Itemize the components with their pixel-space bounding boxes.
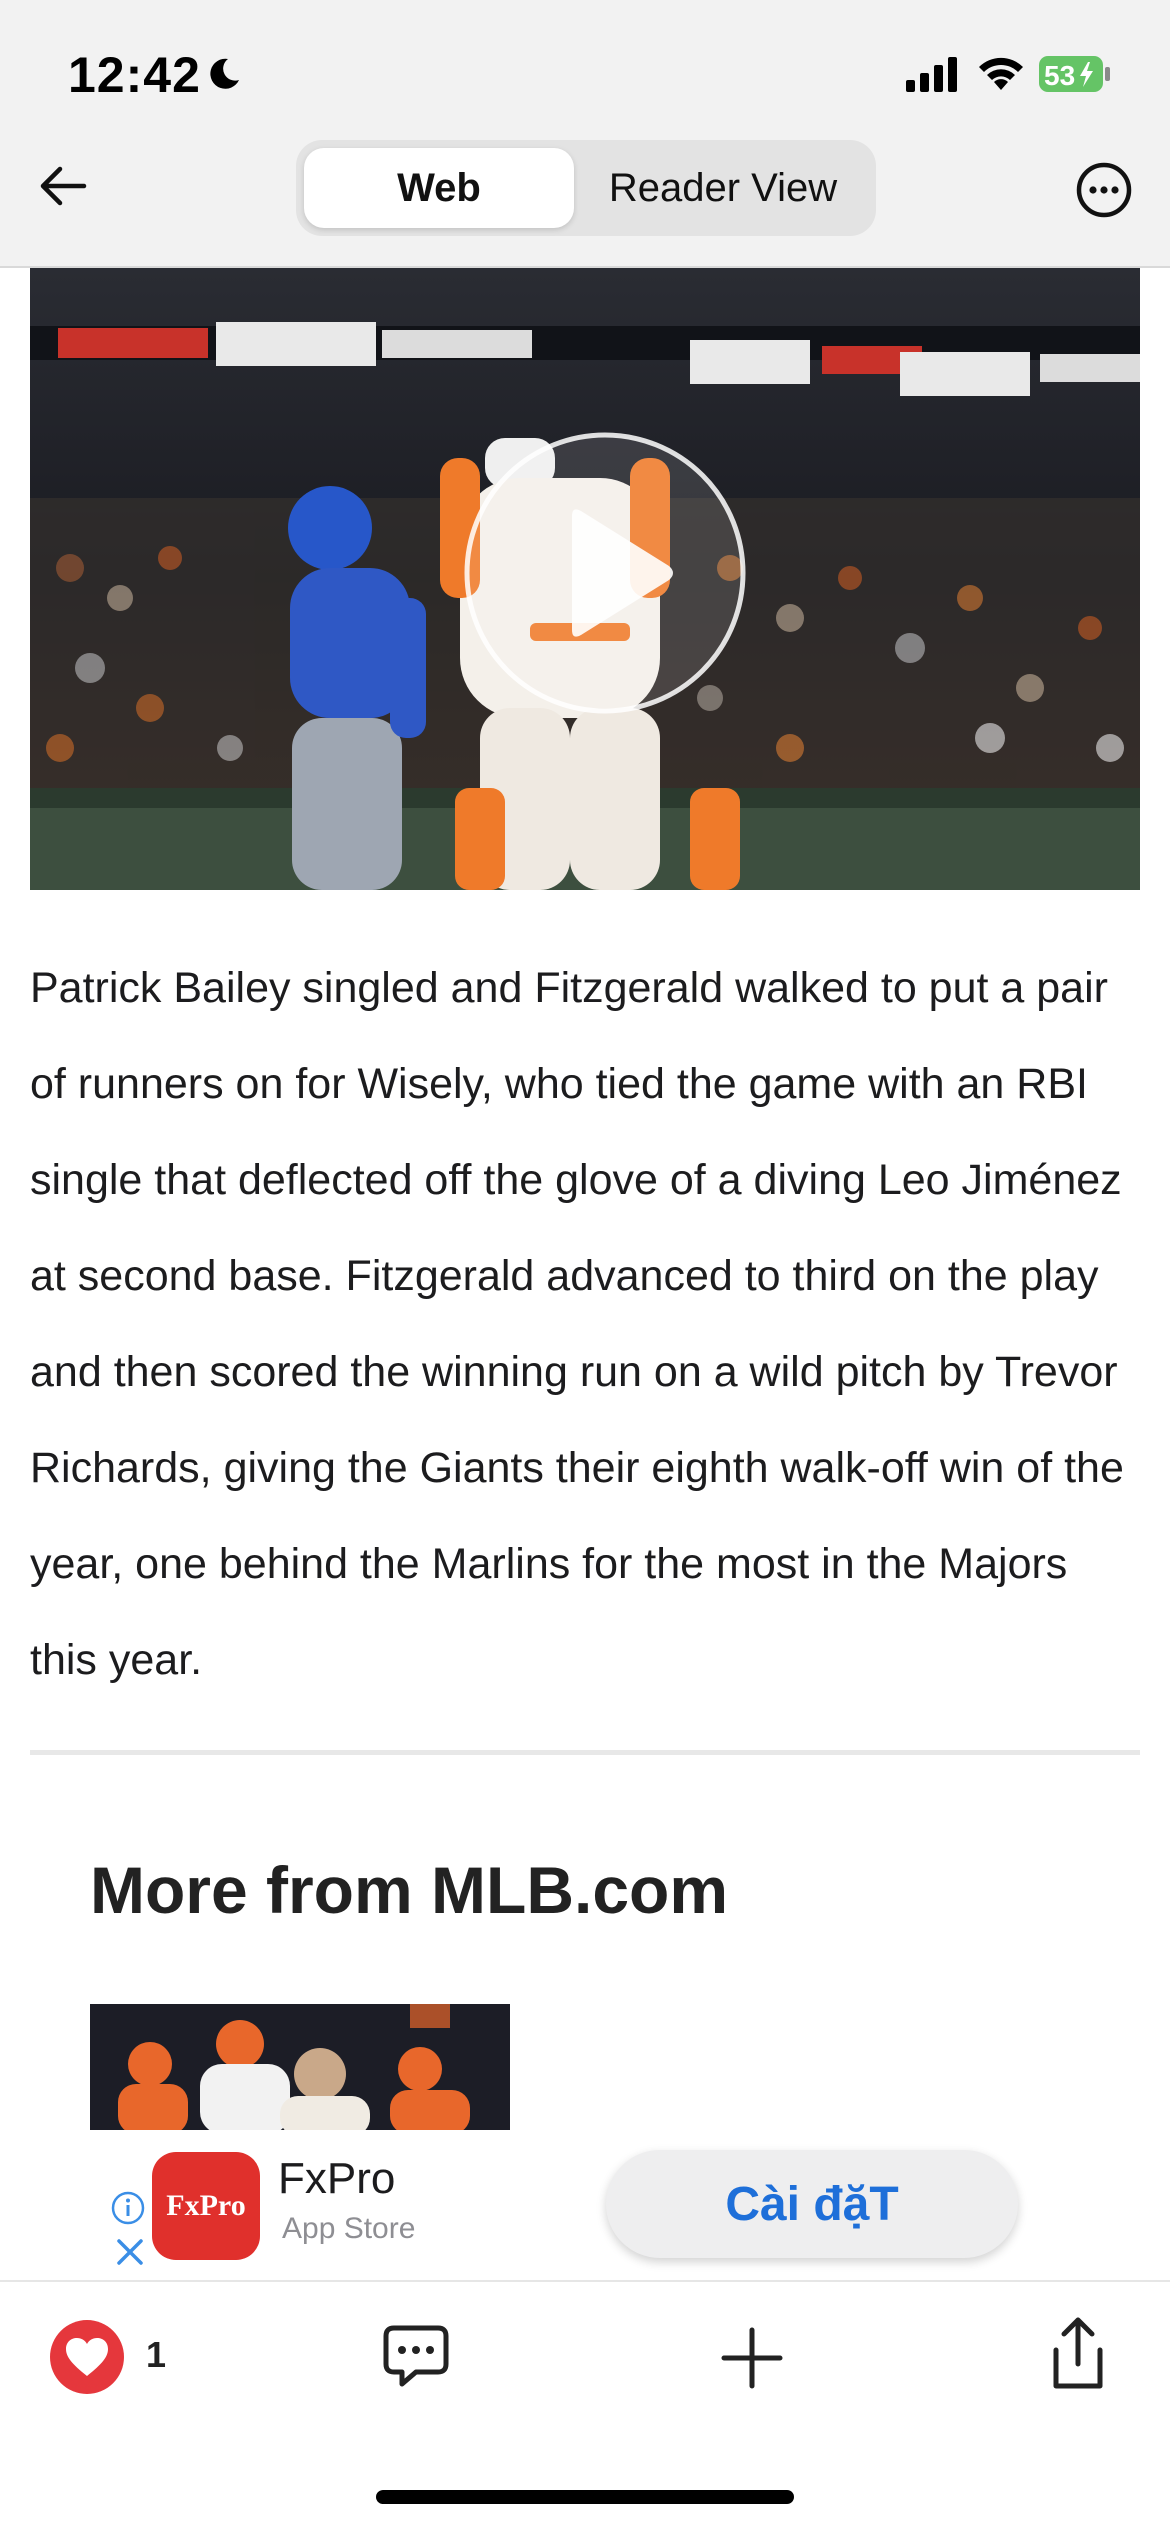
more-section-heading: More from MLB.com xyxy=(90,1853,729,1927)
status-time: 12:42 xyxy=(68,47,201,103)
top-bar: 12:42 53 Web Reader View xyxy=(0,0,1170,268)
bottom-toolbar: 1 xyxy=(0,2280,1170,2532)
section-divider xyxy=(30,1750,1140,1755)
cellular-signal-icon xyxy=(906,57,957,92)
share-icon[interactable] xyxy=(1042,2314,1114,2394)
like-count: 1 xyxy=(146,2334,167,2375)
fxpro-app-icon[interactable]: FxPro xyxy=(152,2152,260,2260)
view-mode-segmented-control: Web Reader View xyxy=(296,140,876,236)
plus-icon[interactable] xyxy=(716,2322,788,2394)
video-player[interactable] xyxy=(30,268,1140,890)
like-button[interactable] xyxy=(50,2320,124,2394)
moon-icon xyxy=(210,58,239,89)
ad-app-name[interactable]: FxPro xyxy=(278,2154,395,2204)
ad-store-label: App Store xyxy=(282,2212,416,2245)
related-thumbnail-image xyxy=(90,2004,510,2130)
ad-info-icon[interactable] xyxy=(110,2190,146,2226)
comment-icon[interactable] xyxy=(380,2320,452,2392)
back-arrow-icon[interactable] xyxy=(34,156,94,216)
ad-close-icon[interactable] xyxy=(114,2236,146,2268)
install-button[interactable]: Cài đặT xyxy=(606,2150,1018,2258)
battery-icon: 53 xyxy=(1039,56,1110,92)
play-icon[interactable] xyxy=(460,428,750,718)
heart-icon xyxy=(66,2338,108,2376)
article-paragraph: Patrick Bailey singled and Fitzgerald wa… xyxy=(30,964,1124,1684)
related-article-thumbnail[interactable] xyxy=(90,2004,510,2130)
tab-reader-view[interactable]: Reader View xyxy=(578,148,868,228)
wifi-icon xyxy=(979,57,1023,90)
home-indicator xyxy=(376,2490,794,2504)
tab-web[interactable]: Web xyxy=(304,148,574,228)
more-options-icon[interactable] xyxy=(1074,160,1134,220)
app-install-ad-banner: FxPro FxPro App Store Cài đặT xyxy=(0,2130,1170,2280)
battery-percent: 53 xyxy=(1044,60,1075,91)
